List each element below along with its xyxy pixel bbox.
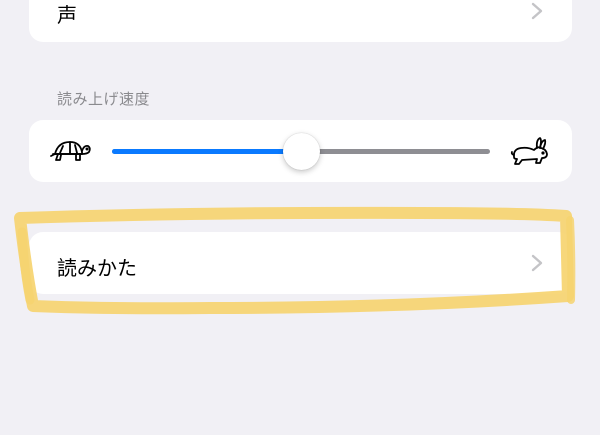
chevron-right-icon: [531, 254, 543, 272]
pronunciation-row[interactable]: 読みかた: [29, 232, 572, 294]
speech-rate-header: 読み上げ速度: [57, 90, 151, 108]
voice-row-label: 声: [57, 3, 77, 27]
speech-rate-slider-thumb[interactable]: [283, 133, 320, 170]
speech-rate-slider-card: [29, 120, 572, 182]
turtle-icon: [50, 141, 91, 161]
pronunciation-row-label: 読みかた: [57, 256, 137, 280]
speech-rate-slider-fill: [112, 149, 301, 154]
highlight-annotation: [14, 206, 576, 315]
voice-row[interactable]: 声: [29, 0, 572, 42]
speech-rate-slider-track[interactable]: [112, 133, 490, 170]
chevron-right-icon: [531, 2, 543, 20]
rabbit-icon: [510, 137, 548, 165]
